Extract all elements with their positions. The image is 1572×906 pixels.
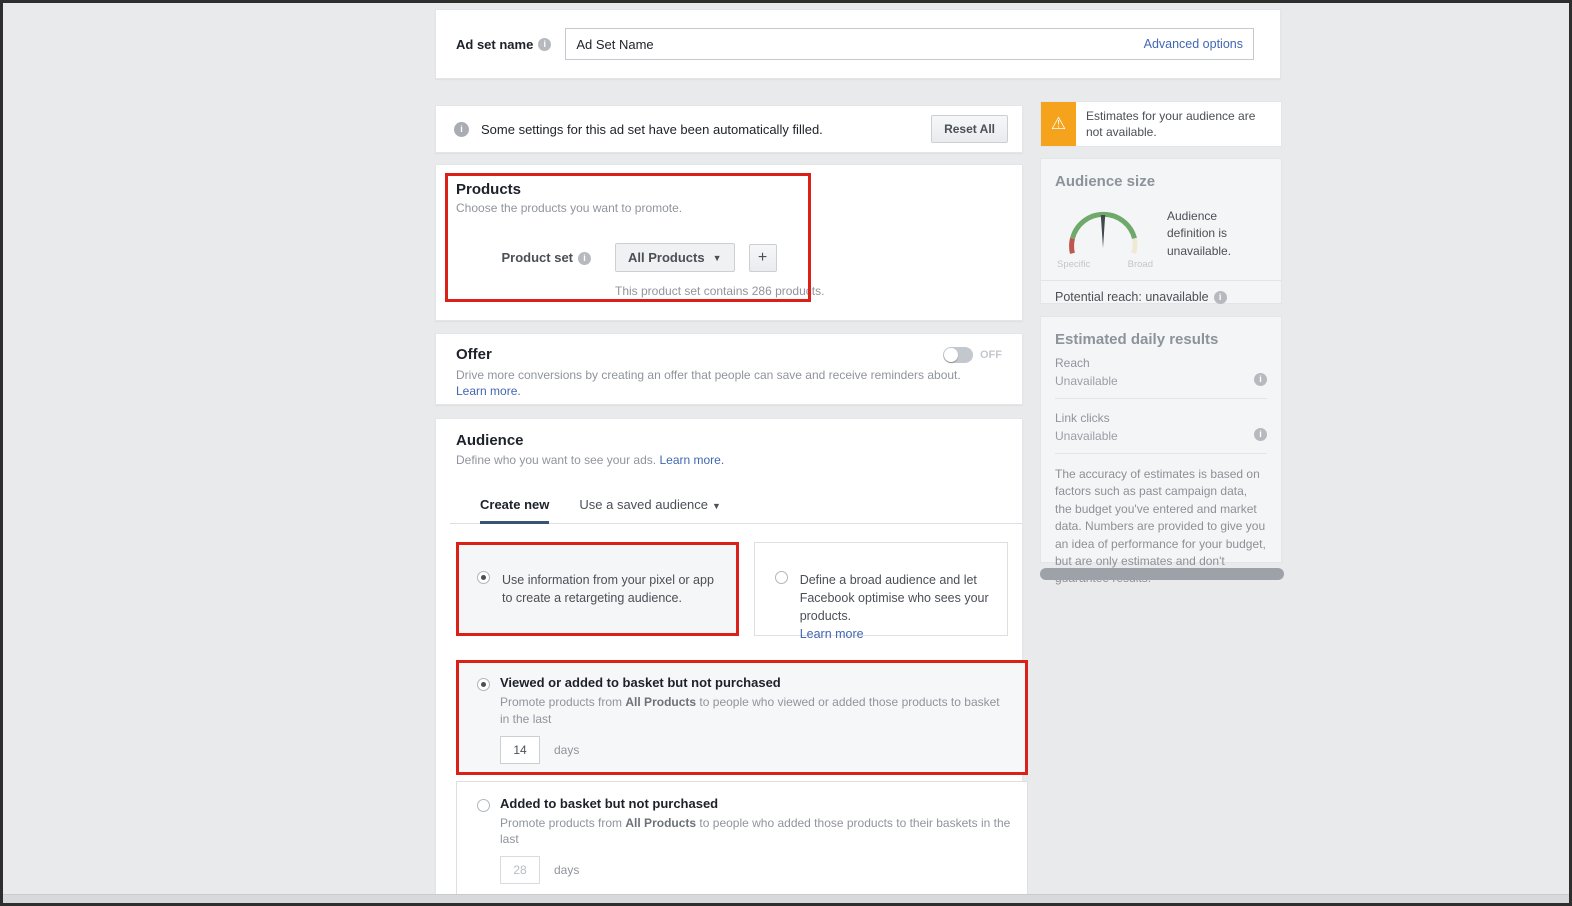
offer-section: Offer OFF Drive more conversions by crea… — [435, 333, 1023, 405]
viewed-days-input[interactable] — [500, 735, 540, 764]
tab-create-new[interactable]: Create new — [480, 497, 550, 524]
product-set-dropdown[interactable]: All Products ▼ — [615, 243, 735, 272]
offer-description: Drive more conversions by creating an of… — [456, 368, 961, 399]
option-added-to-basket-title: Added to basket but not purchased — [500, 795, 719, 811]
potential-reach: Potential reach: unavailable i — [1041, 280, 1281, 305]
gauge-label-specific: Specific — [1057, 259, 1091, 270]
metric-link-clicks: Link clicks Unavailable i — [1055, 411, 1267, 454]
option-added-to-basket-desc: Promote products from All Products to pe… — [500, 815, 1011, 847]
audience-definition-status: Audience definition is unavailable. — [1167, 209, 1232, 258]
radio-icon[interactable] — [477, 678, 490, 691]
audience-gauge: Specific Broad — [1055, 202, 1155, 270]
advanced-options-link[interactable]: Advanced options — [1144, 37, 1243, 51]
audience-section: Audience Define who you want to see your… — [435, 418, 1028, 903]
audience-size-title: Audience size — [1055, 173, 1156, 190]
offer-toggle[interactable] — [943, 346, 973, 363]
chevron-down-icon: ▼ — [712, 252, 722, 263]
estimated-results-panel: Estimated daily results Reach Unavailabl… — [1040, 316, 1282, 585]
radio-icon[interactable] — [477, 571, 490, 584]
option-viewed-or-added-title: Viewed or added to basket but not purcha… — [500, 675, 781, 690]
option-viewed-or-added-desc: Promote products from All Products to pe… — [500, 695, 1000, 726]
reset-all-button[interactable]: Reset All — [931, 115, 1008, 143]
info-icon: i — [578, 252, 591, 266]
offer-title: Offer — [456, 346, 492, 363]
toggle-knob-icon — [944, 347, 958, 362]
option-added-to-basket[interactable]: Added to basket but not purchased Promot… — [456, 780, 1028, 896]
audience-size-panel: Audience size Specific Broad Audience de… — [1040, 158, 1282, 305]
audience-subtitle: Define who you want to see your ads. Lea… — [456, 453, 725, 467]
adset-name-field-wrap: Advanced options — [565, 28, 1254, 60]
audience-estimate-warning: ⚠ Estimates for your audience are not av… — [1040, 101, 1282, 147]
product-set-label: Product set i — [456, 250, 591, 266]
adset-name-input[interactable] — [576, 36, 1144, 52]
product-set-count-note: This product set contains 286 products. — [615, 284, 825, 298]
added-days-input[interactable] — [500, 856, 540, 885]
add-product-set-button[interactable]: + — [748, 243, 777, 272]
radio-icon[interactable] — [774, 571, 788, 584]
info-icon: i — [1254, 373, 1267, 386]
gauge-icon — [1069, 211, 1138, 255]
chevron-down-icon: ▼ — [712, 501, 721, 511]
horizontal-scrollbar[interactable] — [3, 894, 1569, 903]
gauge-label-broad: Broad — [1127, 259, 1153, 270]
broad-learn-more-link[interactable]: Learn more — [800, 627, 864, 641]
days-label: days — [554, 863, 580, 878]
option-broad-audience[interactable]: Define a broad audience and let Facebook… — [753, 542, 1008, 641]
metric-reach: Reach Unavailable i — [1055, 356, 1267, 399]
option-pixel-retargeting[interactable]: Use information from your pixel or app t… — [456, 542, 739, 636]
option-broad-audience-label: Define a broad audience and let Facebook… — [799, 573, 989, 642]
days-label: days — [554, 742, 580, 757]
radio-icon[interactable] — [477, 798, 490, 812]
audience-title: Audience — [456, 432, 524, 449]
page: Ad set name i Advanced options i Some se… — [0, 0, 1572, 906]
adset-name-card: Ad set name i Advanced options — [435, 9, 1281, 79]
warning-text: Estimates for your audience are not avai… — [1085, 109, 1256, 139]
tab-saved-audience[interactable]: Use a saved audience ▼ — [579, 497, 721, 524]
audience-learn-more-link[interactable]: Learn more. — [659, 453, 724, 467]
info-icon: i — [1254, 428, 1267, 441]
autofill-banner: i Some settings for this ad set have bee… — [435, 105, 1023, 153]
estimated-results-title: Estimated daily results — [1055, 331, 1219, 348]
products-section: Products Choose the products you want to… — [435, 164, 1023, 321]
offer-learn-more-link[interactable]: Learn more. — [456, 384, 521, 398]
products-title: Products — [456, 181, 522, 198]
offer-toggle-state: OFF — [980, 348, 1002, 361]
products-subtitle: Choose the products you want to promote. — [456, 201, 683, 215]
autofill-message: Some settings for this ad set have been … — [481, 121, 823, 137]
info-icon: i — [1213, 291, 1227, 305]
info-icon: i — [454, 121, 469, 137]
warning-icon: ⚠ — [1041, 102, 1076, 146]
info-icon: i — [538, 37, 552, 51]
option-pixel-retargeting-label: Use information from your pixel or app t… — [502, 573, 714, 606]
adset-name-label: Ad set name — [456, 36, 534, 52]
audience-tabs: Create new Use a saved audience ▼ — [480, 497, 1008, 524]
sidebar-scrollbar-thumb[interactable] — [1040, 568, 1284, 580]
option-viewed-or-added[interactable]: Viewed or added to basket but not purcha… — [456, 660, 1028, 775]
